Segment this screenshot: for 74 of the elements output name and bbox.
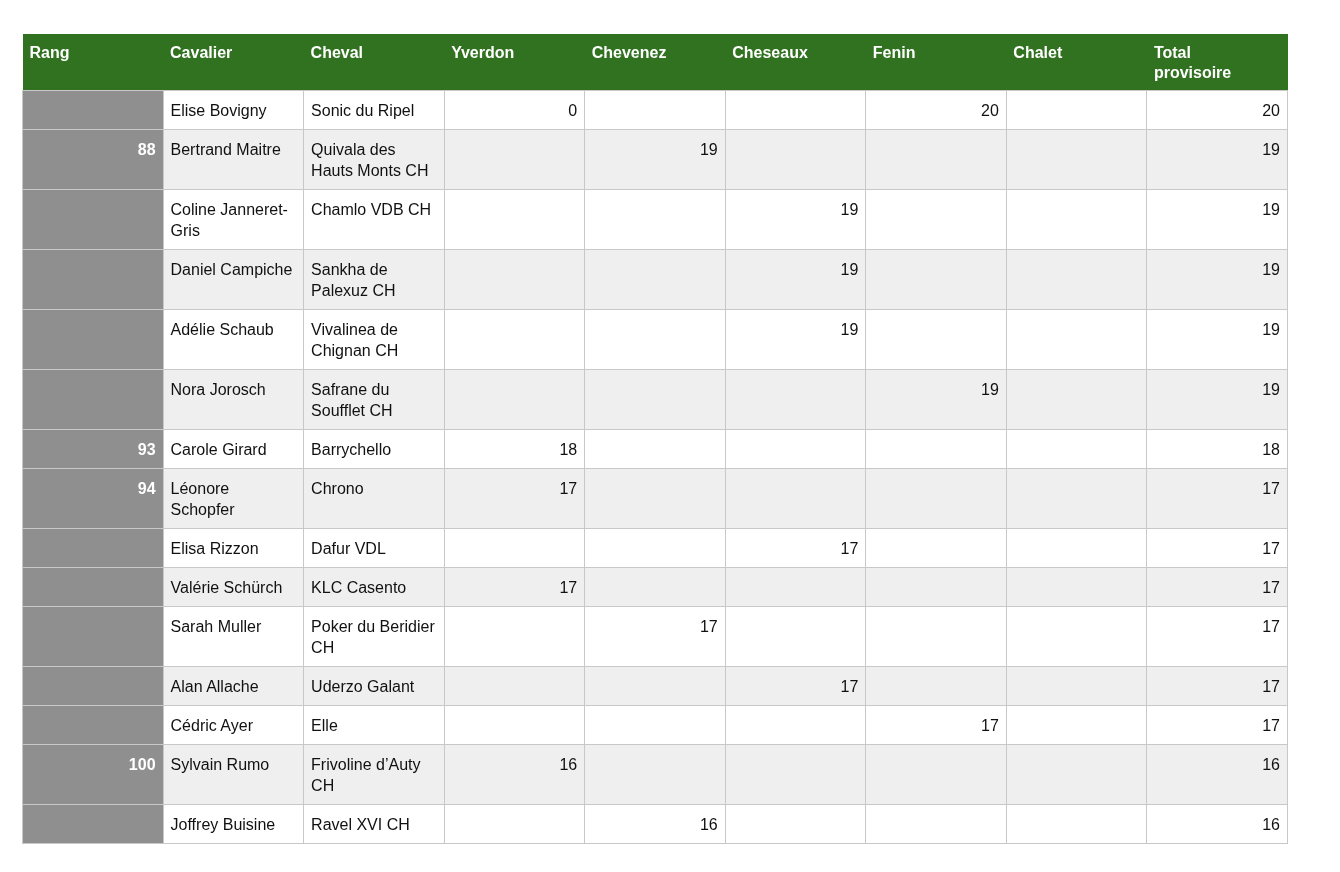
table-cell: Elle (303, 705, 445, 745)
rank-cell: 100 (22, 744, 164, 805)
table-cell: 17 (444, 567, 585, 607)
column-header: Chalet (1006, 34, 1147, 91)
table-cell: 19 (1146, 309, 1288, 370)
table-cell: Alan Allache (163, 666, 304, 706)
column-header: Chevenez (584, 34, 726, 91)
column-header: Cheval (303, 34, 445, 91)
table-cell: 17 (725, 666, 866, 706)
table-cell: Léonore Schopfer (163, 468, 304, 529)
table-cell: 17 (1146, 606, 1288, 667)
table-cell: 17 (1146, 705, 1288, 745)
table-cell: Uderzo Galant (303, 666, 445, 706)
table-cell: Coline Janneret-Gris (163, 189, 304, 250)
table-cell: 17 (865, 705, 1007, 745)
table-cell: 19 (1146, 249, 1288, 310)
table-cell: 19 (725, 309, 866, 370)
table-cell: Poker du Beridier CH (303, 606, 445, 667)
table-cell: Quivala des Hauts Monts CH (303, 129, 445, 190)
table-cell: Bertrand Maitre (163, 129, 304, 190)
table-cell: Carole Girard (163, 429, 304, 469)
table-cell: Sylvain Rumo (163, 744, 304, 805)
table-cell: Cédric Ayer (163, 705, 304, 745)
table-cell: 19 (725, 249, 866, 310)
table-cell: 17 (444, 468, 585, 529)
table-cell: KLC Casento (303, 567, 445, 607)
table-cell: Safrane du Soufflet CH (303, 369, 445, 430)
table-cell: 19 (1146, 369, 1288, 430)
table-cell: 17 (1146, 666, 1288, 706)
table-cell: Chamlo VDB CH (303, 189, 445, 250)
table-cell: Chrono (303, 468, 445, 529)
table-cell: 16 (1146, 804, 1288, 844)
table-cell: Dafur VDL (303, 528, 445, 568)
table-cell: 19 (1146, 129, 1288, 190)
table-cell: Sarah Muller (163, 606, 304, 667)
table-cell: Frivoline d’Auty CH (303, 744, 445, 805)
column-header: Cheseaux (725, 34, 866, 91)
table-cell: Barrychello (303, 429, 445, 469)
rank-cell: 88 (22, 129, 164, 190)
table-cell: Joffrey Buisine (163, 804, 304, 844)
table-cell: Elisa Rizzon (163, 528, 304, 568)
table-cell: 17 (1146, 528, 1288, 568)
table-cell: Adélie Schaub (163, 309, 304, 370)
table-cell: 17 (725, 528, 866, 568)
column-header: Cavalier (163, 34, 304, 91)
table-cell: 16 (444, 744, 585, 805)
table-cell: Valérie Schürch (163, 567, 304, 607)
table-cell: 17 (1146, 567, 1288, 607)
table-cell: 19 (865, 369, 1007, 430)
rank-cell: 94 (22, 468, 164, 529)
table-cell: 18 (444, 429, 585, 469)
table-cell: Vivalinea de Chignan CH (303, 309, 445, 370)
rank-cell: 93 (22, 429, 164, 469)
table-cell: 16 (1146, 744, 1288, 805)
table-cell: Elise Bovigny (163, 90, 304, 130)
table-cell: 17 (584, 606, 726, 667)
table-cell: Sankha de Palexuz CH (303, 249, 445, 310)
column-header: Rang (22, 34, 164, 91)
table-cell: 19 (1146, 189, 1288, 250)
table-cell: Sonic du Ripel (303, 90, 445, 130)
table-cell: Daniel Campiche (163, 249, 304, 310)
column-header: Yverdon (444, 34, 585, 91)
table-cell: 20 (865, 90, 1007, 130)
table-cell: 18 (1146, 429, 1288, 469)
table-cell: Ravel XVI CH (303, 804, 445, 844)
table-cell: 16 (584, 804, 726, 844)
table-cell: 20 (1146, 90, 1288, 130)
table-cell: 17 (1146, 468, 1288, 529)
column-header: Fenin (865, 34, 1007, 91)
table-cell: 19 (584, 129, 726, 190)
table-cell: Nora Jorosch (163, 369, 304, 430)
table-cell: 0 (444, 90, 585, 130)
column-header: Total provisoire (1146, 34, 1288, 91)
table-cell: 19 (725, 189, 866, 250)
